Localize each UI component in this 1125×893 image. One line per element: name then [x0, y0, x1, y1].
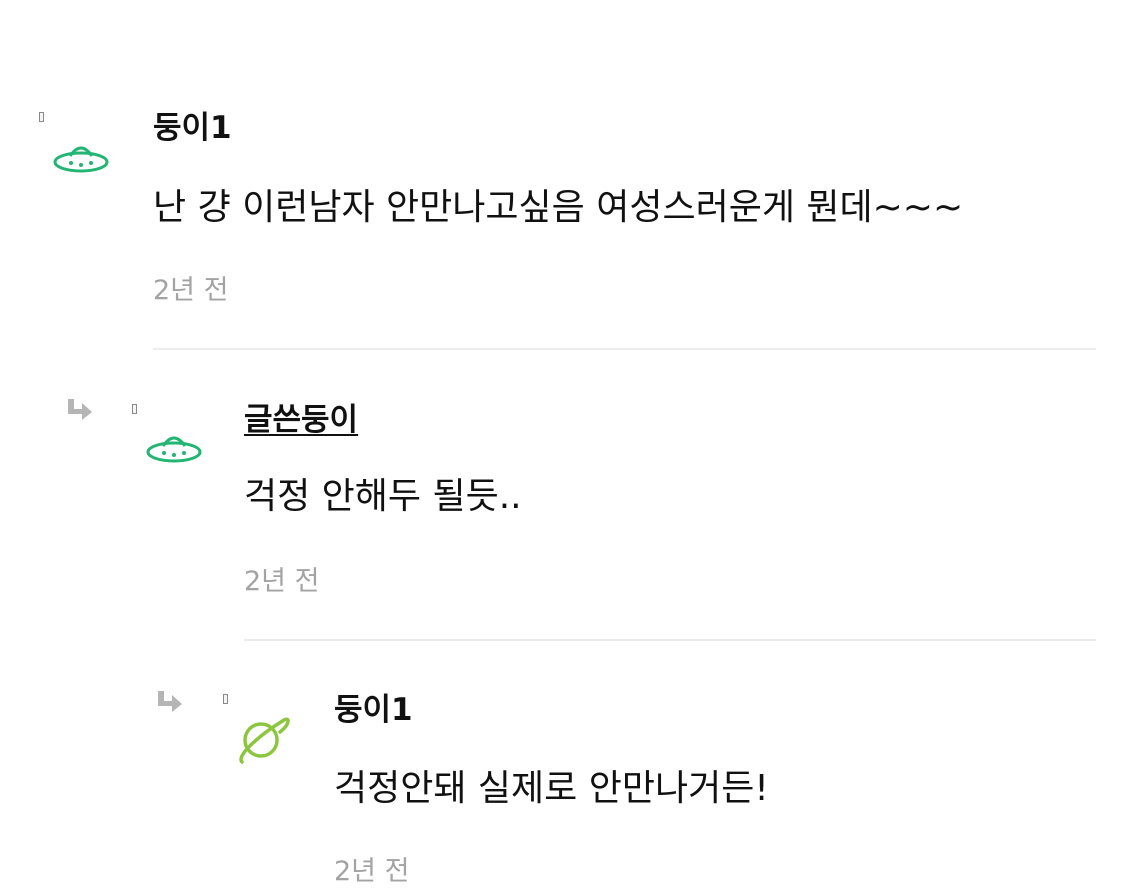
comment-time: 2년 전 — [334, 856, 410, 887]
reply-item: 둥이1 걱정안돼 실제로 안만나거든! 2년 전 — [0, 0, 1125, 893]
planet-icon[interactable] — [234, 712, 292, 768]
reply-arrow-icon — [158, 691, 182, 712]
comment-author[interactable]: 둥이1 — [334, 692, 413, 728]
broken-image-icon — [223, 694, 228, 704]
comment-text: 걱정안돼 실제로 안만나거든! — [334, 768, 769, 809]
comment-thread: 둥이1 난 걍 이런남자 안만나고싶음 여성스러운게 뭔데~~~ 2년 전 글쓴… — [0, 0, 1125, 893]
